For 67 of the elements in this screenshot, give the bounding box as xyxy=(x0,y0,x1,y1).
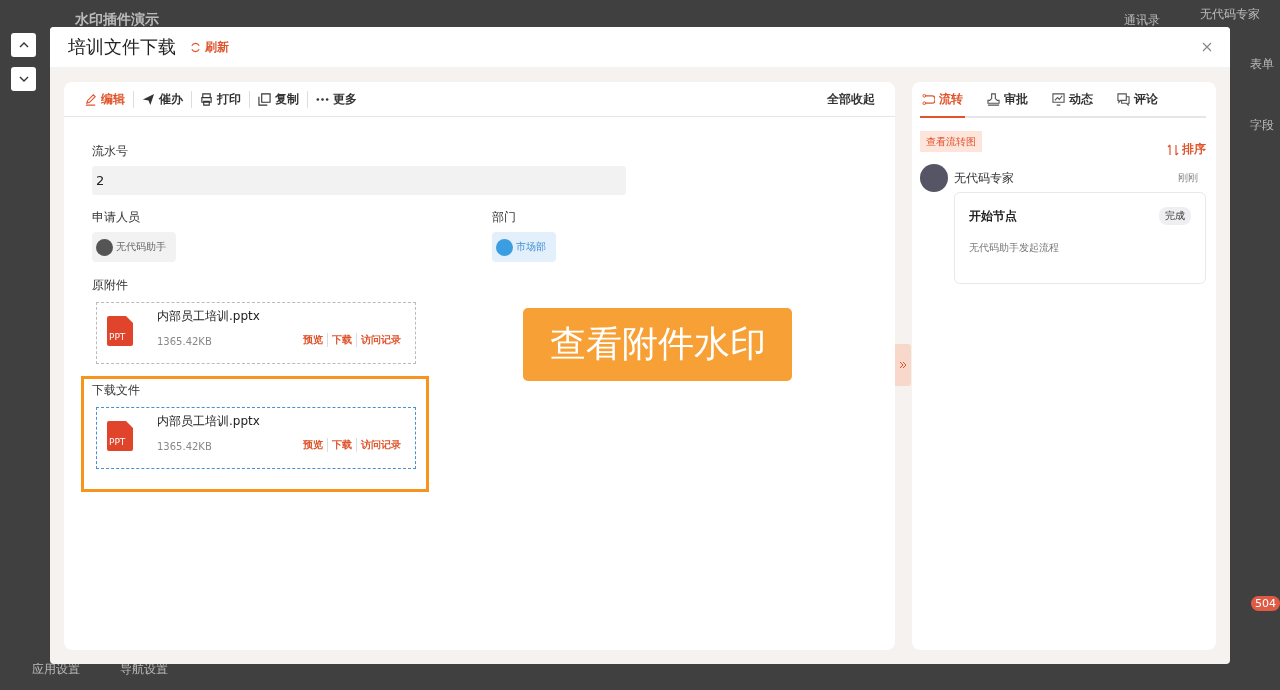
app-title[interactable]: 水印插件演示 xyxy=(75,11,159,29)
file-size: 1365.42KB xyxy=(157,441,212,452)
expand-handle[interactable] xyxy=(895,344,911,386)
toolbar-button[interactable]: 复制 xyxy=(249,90,307,108)
dialog-title: 培训文件下载 xyxy=(68,35,176,59)
file-action-link[interactable]: 下载 xyxy=(327,333,356,347)
callout-label: 查看附件水印 xyxy=(523,308,792,381)
status-badge: 完成 xyxy=(1159,207,1191,225)
paper-plane-icon xyxy=(142,92,155,106)
panel-tab[interactable]: 评论 xyxy=(1115,82,1160,118)
route-icon xyxy=(922,92,935,106)
file-name: 内部员工培训.pptx xyxy=(157,308,261,325)
department-avatar xyxy=(496,238,513,256)
chevron-up-icon xyxy=(18,42,29,48)
department-chip: 市场部 xyxy=(492,232,556,262)
menu-label[interactable]: 表单 xyxy=(1250,56,1274,73)
toolbar-button[interactable]: 编辑 xyxy=(84,90,133,108)
file-action-link[interactable]: 访问记录 xyxy=(356,333,405,347)
double-chevron-icon xyxy=(899,361,907,369)
panel-tab[interactable]: 流转 xyxy=(920,82,965,118)
field-label: 流水号 xyxy=(92,143,129,160)
collapse-all-button[interactable]: 全部收起 xyxy=(827,90,875,108)
toolbar-button[interactable]: 打印 xyxy=(191,90,249,108)
serial-field[interactable]: 2 xyxy=(92,166,626,195)
toolbar-button[interactable]: 催办 xyxy=(133,90,191,108)
sort-button[interactable]: 排序 xyxy=(1167,141,1206,158)
file-name: 内部员工培训.pptx xyxy=(157,413,261,430)
contacts-link[interactable]: 通讯录 xyxy=(1124,11,1160,29)
node-description: 无代码助手发起流程 xyxy=(969,241,1060,255)
ppt-file-icon: PPT xyxy=(107,316,133,346)
file-action-link[interactable]: 预览 xyxy=(299,438,327,452)
file-size: 1365.42KB xyxy=(157,336,212,347)
notification-badge: 504 xyxy=(1251,596,1280,611)
file-action-link[interactable]: 下载 xyxy=(327,438,356,452)
field-label: 申请人员 xyxy=(92,209,141,226)
field-label: 原附件 xyxy=(92,277,129,294)
pencil-icon xyxy=(84,92,97,106)
toolbar-button[interactable]: 更多 xyxy=(307,90,365,108)
chart-icon xyxy=(1052,92,1065,106)
down-button[interactable] xyxy=(11,67,36,91)
flow-chart-button[interactable]: 查看流转图 xyxy=(920,131,982,152)
panel-tab[interactable]: 审批 xyxy=(985,82,1030,118)
file-action-link[interactable]: 预览 xyxy=(299,333,327,347)
printer-icon xyxy=(200,92,213,106)
chat-icon xyxy=(1117,92,1130,106)
user-name: 无代码专家 xyxy=(954,169,1015,187)
user-name: 无代码专家 xyxy=(1200,6,1260,23)
ppt-file-icon: PPT xyxy=(107,421,133,451)
user-chip: 无代码助手 xyxy=(92,232,176,262)
file-action-link[interactable]: 访问记录 xyxy=(356,438,405,452)
copy-icon xyxy=(258,92,271,106)
up-button[interactable] xyxy=(11,33,36,57)
menu-label[interactable]: 字段 xyxy=(1250,117,1274,134)
avatar xyxy=(96,238,113,256)
avatar xyxy=(920,164,948,192)
sort-icon xyxy=(1167,143,1179,156)
close-button[interactable] xyxy=(1202,42,1212,52)
close-icon xyxy=(1202,42,1212,52)
node-title: 开始节点 xyxy=(969,207,1017,225)
panel-tab[interactable]: 动态 xyxy=(1050,82,1095,118)
timestamp: 刚刚 xyxy=(1178,171,1198,185)
chevron-down-icon xyxy=(18,76,29,82)
stamp-icon xyxy=(987,92,1000,106)
refresh-icon xyxy=(190,41,201,53)
refresh-button[interactable]: 刷新 xyxy=(190,38,229,56)
field-label: 下载文件 xyxy=(92,382,141,399)
field-label: 部门 xyxy=(492,209,517,226)
